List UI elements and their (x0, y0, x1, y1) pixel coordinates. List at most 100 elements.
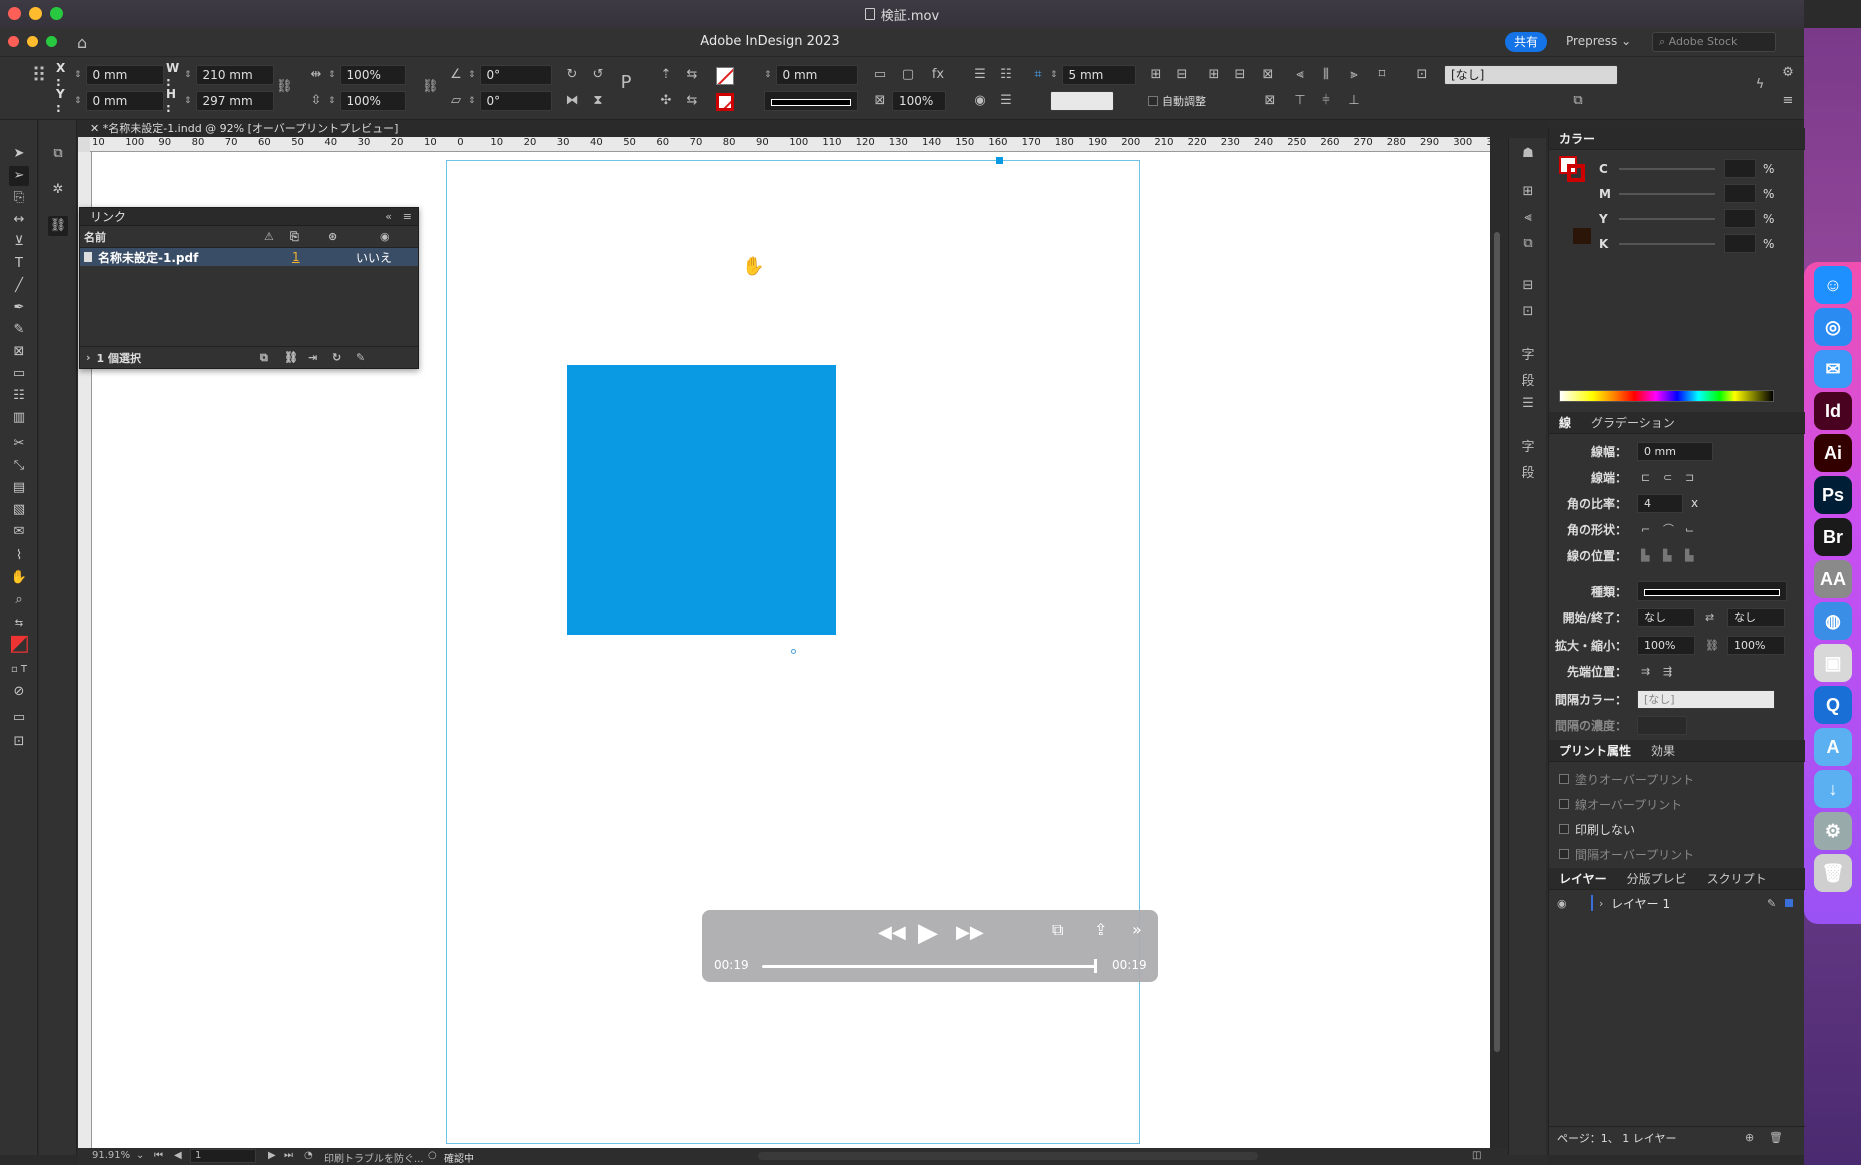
layer-name[interactable]: レイヤー 1 (1611, 895, 1670, 912)
rectangle-tool-icon[interactable]: ▭ (9, 364, 29, 384)
next-page-icon[interactable]: ▶ (268, 1150, 276, 1161)
vertical-scrollbar[interactable] (1490, 152, 1504, 1148)
arrow-extend-icon[interactable]: ⇉ (1641, 665, 1650, 678)
page-column-icon[interactable]: ⎘ (290, 230, 299, 244)
fast-forward-icon[interactable]: ▶▶ (956, 922, 984, 943)
eyedropper-tool-icon[interactable]: ⌇ (9, 546, 29, 566)
channel-value-input[interactable] (1724, 234, 1756, 253)
w-spinner[interactable]: ⇕ (184, 70, 192, 80)
select-previous-icon[interactable]: ⇆ (684, 67, 700, 83)
end-arrow-select[interactable]: なし (1727, 607, 1785, 627)
stroke-type-dropdown[interactable] (764, 91, 858, 111)
align-option2-icon[interactable]: ☰ (998, 93, 1014, 109)
horizontal-ruler[interactable]: 10 100 90 80 70 60 50 40 30 20 10 0 10 20 30 40 50 60 70 80… (90, 137, 1490, 152)
attribute-checkbox[interactable] (1559, 774, 1569, 784)
drop-shadow-icon[interactable]: ▢ (900, 67, 916, 83)
rotate-field[interactable]: 0° (479, 65, 552, 85)
scripts-tab[interactable]: スクリプト (1697, 870, 1777, 887)
gap-tool-icon[interactable]: ↔ (9, 210, 29, 230)
stroke-swatch[interactable] (716, 93, 734, 111)
table-panel-icon[interactable]: ⊟ (1520, 278, 1536, 294)
formatting-container-icon[interactable]: ▫ T (9, 660, 29, 680)
distribute-icon-2[interactable]: ⊟ (1174, 67, 1190, 83)
grid-tool-icon[interactable]: ▥ (9, 408, 29, 428)
cc-libraries-icon[interactable]: ✲ (48, 180, 68, 200)
table-tool-icon[interactable]: ☷ (9, 386, 29, 406)
channel-value-input[interactable] (1724, 209, 1756, 228)
dock-app-mail[interactable]: ✉ (1814, 350, 1852, 388)
channel-slider[interactable] (1619, 243, 1715, 245)
object-style-dropdown[interactable]: [なし] (1444, 65, 1618, 85)
select-content-icon[interactable]: ✣ (658, 93, 674, 109)
start-scale-input[interactable]: 100% (1637, 635, 1695, 655)
color-spectrum[interactable] (1559, 390, 1774, 402)
fill-swatch[interactable] (716, 67, 734, 85)
screen-mode-icon[interactable]: ▭ (9, 708, 29, 728)
gradient-swatch-tool-icon[interactable]: ▤ (9, 478, 29, 498)
dock-app-downloads[interactable]: ↓ (1814, 770, 1852, 808)
swap-arrows-icon[interactable]: ⇄ (1705, 611, 1714, 624)
distribute-icon-3[interactable]: ⊞ (1206, 67, 1222, 83)
scale-y-spinner[interactable]: ⇕ (328, 96, 336, 106)
effects-icon[interactable]: fx (930, 67, 946, 83)
character-styles-icon[interactable]: 字 (1520, 436, 1536, 455)
type-tool-icon[interactable]: T (9, 254, 29, 274)
stroke-tab[interactable]: 線 (1549, 414, 1581, 431)
dock-app-trash[interactable]: 🗑 (1814, 854, 1852, 892)
scale-y-field[interactable]: 100% (339, 91, 406, 111)
miter-input[interactable]: 4 (1637, 493, 1683, 513)
align-middle-icon[interactable]: ⫩ (1318, 93, 1334, 109)
panel-menu-icon[interactable]: ≡ (403, 210, 412, 223)
wrap-around-icon[interactable]: ☷ (998, 67, 1014, 83)
dock-app-preview[interactable]: ▣ (1814, 644, 1852, 682)
print-attributes-tab[interactable]: プリント属性 (1549, 742, 1641, 759)
channel-slider[interactable] (1619, 168, 1715, 170)
quick-apply-icon[interactable]: ⧉ (1570, 93, 1586, 109)
stroke-weight-spinner[interactable]: ⇕ (764, 70, 772, 80)
lightning-icon[interactable]: ϟ (1752, 77, 1768, 93)
dock-app-safari[interactable]: ◎ (1814, 308, 1852, 346)
preflight-profile[interactable]: 印刷トラブルを防ぐ... (324, 1150, 424, 1165)
preflight-status[interactable]: 確認中 (444, 1150, 474, 1165)
pen-tool-icon[interactable]: ✒ (9, 298, 29, 318)
expand-layer-icon[interactable]: › (1599, 897, 1603, 910)
x-field[interactable]: 0 mm (85, 65, 164, 85)
y-field[interactable]: 0 mm (85, 91, 164, 111)
scale-x-spinner[interactable]: ⇕ (328, 70, 336, 80)
shear-spinner[interactable]: ⇕ (468, 96, 476, 106)
dock-app-utility[interactable]: ⚙ (1814, 812, 1852, 850)
cell-styles-icon[interactable]: ⊡ (1520, 304, 1536, 320)
rotate-ccw-icon[interactable]: ↺ (590, 67, 606, 83)
last-page-icon[interactable]: ⏭ (284, 1150, 293, 1161)
attribute-checkbox[interactable] (1559, 824, 1569, 834)
links-panel-titlebar[interactable]: リンク « ≡ (80, 208, 418, 226)
link-scale-icon[interactable]: ⛓ (1705, 639, 1719, 652)
page-tool-icon[interactable]: ⎘ (9, 188, 29, 208)
stroke-weight-input[interactable]: 0 mm (1637, 441, 1713, 461)
width-field[interactable]: 210 mm (195, 65, 274, 85)
scroll-thumb[interactable] (1494, 232, 1500, 1052)
select-next-icon[interactable]: ⇆ (684, 93, 700, 109)
horizontal-scrollbar[interactable] (758, 1152, 1258, 1160)
flip-horizontal-icon[interactable]: ⧓ (564, 93, 580, 109)
pages-panel-icon[interactable]: ⧉ (48, 144, 68, 164)
round-join-icon[interactable]: ⌒ (1663, 521, 1674, 537)
gap-color-select[interactable]: [なし] (1637, 689, 1775, 709)
stroke-weight-field[interactable]: 0 mm (775, 65, 858, 85)
dock-app-applications[interactable]: A (1814, 728, 1852, 766)
status-column-icon[interactable]: ⚠ (264, 230, 274, 243)
rotate-spinner[interactable]: ⇕ (468, 70, 476, 80)
select-container-icon[interactable]: ⇡ (658, 67, 674, 83)
update-link-icon[interactable]: ↻ (332, 351, 341, 364)
note-tool-icon[interactable]: ✉ (9, 522, 29, 542)
visibility-column-icon[interactable]: ◉ (380, 230, 390, 243)
dock-app-indesign[interactable]: Id (1814, 392, 1852, 430)
fill-stroke-icon[interactable]: ◩ (9, 633, 30, 655)
previous-page-icon[interactable]: ◀ (174, 1150, 182, 1161)
y-spinner[interactable]: ⇕ (74, 96, 82, 106)
channel-value-input[interactable] (1724, 184, 1756, 203)
attribute-checkbox[interactable] (1559, 799, 1569, 809)
constrain-proportions-icon[interactable]: ⛓ (276, 79, 293, 95)
h-spinner[interactable]: ⇕ (184, 96, 192, 106)
gap-field[interactable]: 5 mm (1061, 65, 1136, 85)
